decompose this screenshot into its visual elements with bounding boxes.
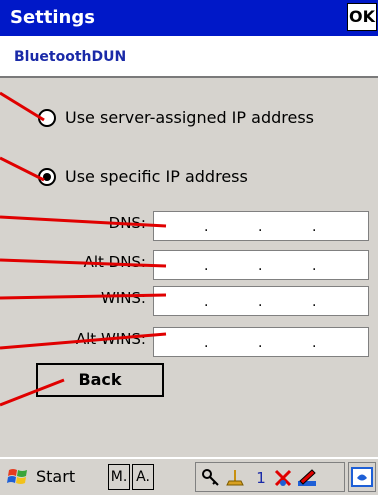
alt-dns-label: Alt DNS:: [83, 253, 146, 271]
back-button[interactable]: Back: [36, 363, 164, 397]
windows-flag-icon: [7, 469, 27, 484]
lamp-icon[interactable]: [224, 467, 246, 489]
system-tray: 1: [195, 462, 345, 492]
keyboard-button[interactable]: [348, 462, 376, 492]
ip-separator: .: [204, 335, 209, 351]
a-button[interactable]: A.: [132, 464, 154, 490]
ip-separator: .: [312, 335, 317, 351]
settings-panel: Use server-assigned IP address Use speci…: [0, 78, 378, 457]
ok-button[interactable]: OK: [347, 3, 377, 31]
ip-separator: .: [258, 294, 263, 310]
tray-number[interactable]: 1: [250, 467, 272, 489]
specific-ip-radio[interactable]: [38, 168, 56, 186]
wins-field[interactable]: . . .: [153, 286, 369, 316]
keyboard-icon: [351, 467, 373, 487]
taskbar: Start M. A. 1: [0, 457, 378, 495]
alt-wins-label: Alt WINS:: [75, 330, 146, 348]
key-icon[interactable]: [200, 467, 222, 489]
start-label: Start: [36, 467, 76, 486]
dns-label: DNS:: [108, 214, 146, 232]
window-title: Settings: [10, 7, 95, 28]
m-button[interactable]: M.: [108, 464, 130, 490]
ip-separator: .: [204, 219, 209, 235]
connection-name: BluetoothDUN: [14, 49, 127, 65]
settings-screen: Settings OK BluetoothDUN Use server-assi…: [0, 0, 378, 495]
dns-field[interactable]: . . .: [153, 211, 369, 241]
alt-dns-field[interactable]: . . .: [153, 250, 369, 280]
ip-separator: .: [312, 258, 317, 274]
server-assigned-label: Use server-assigned IP address: [65, 108, 314, 127]
ip-separator: .: [312, 219, 317, 235]
server-assigned-radio[interactable]: [38, 109, 56, 127]
title-bar: Settings OK: [0, 0, 378, 36]
ip-separator: .: [204, 294, 209, 310]
ip-separator: .: [312, 294, 317, 310]
ip-separator: .: [204, 258, 209, 274]
ip-separator: .: [258, 335, 263, 351]
pencil-icon[interactable]: [296, 467, 318, 489]
ip-separator: .: [258, 258, 263, 274]
specific-ip-label: Use specific IP address: [65, 167, 248, 186]
start-button[interactable]: Start: [2, 461, 102, 493]
subheader: BluetoothDUN: [0, 36, 378, 78]
alt-wins-field[interactable]: . . .: [153, 327, 369, 357]
ip-separator: .: [258, 219, 263, 235]
connection-x-icon[interactable]: [272, 467, 294, 489]
wins-label: WINS:: [100, 289, 146, 307]
